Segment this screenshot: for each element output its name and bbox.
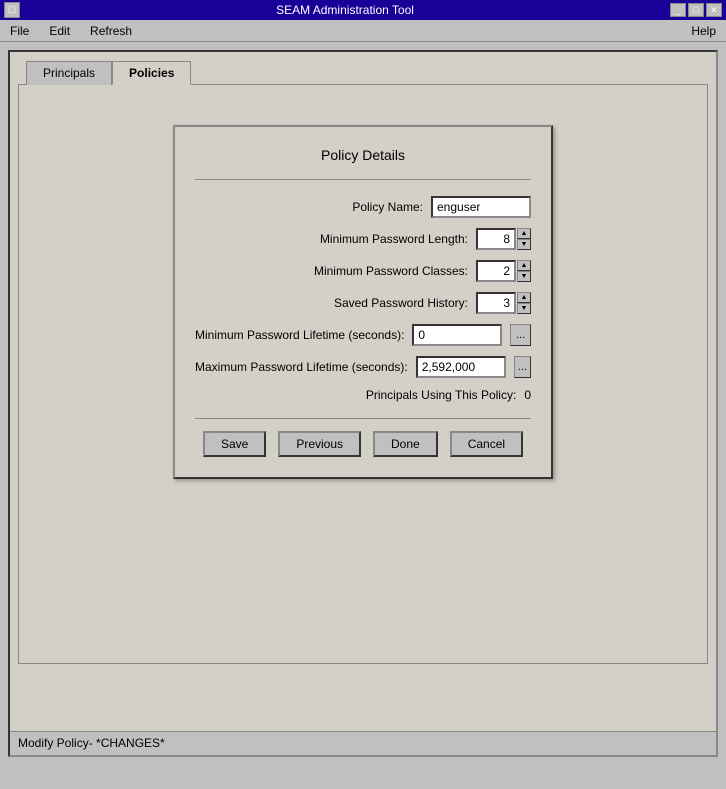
menu-file[interactable]: File xyxy=(4,22,35,40)
min-pw-length-spinner-btns: ▲ ▼ xyxy=(517,228,531,250)
cancel-button[interactable]: Cancel xyxy=(450,431,523,457)
max-pw-lifetime-ellipsis-button[interactable]: ... xyxy=(514,356,531,378)
saved-pw-history-label: Saved Password History: xyxy=(334,296,468,310)
max-pw-lifetime-label: Maximum Password Lifetime (seconds): xyxy=(195,360,408,374)
previous-button[interactable]: Previous xyxy=(278,431,361,457)
policy-name-label: Policy Name: xyxy=(352,200,423,214)
dialog-buttons: Save Previous Done Cancel xyxy=(195,431,531,457)
dialog-title: Policy Details xyxy=(195,147,531,163)
dialog-separator-bottom xyxy=(195,418,531,419)
max-pw-lifetime-row: Maximum Password Lifetime (seconds): ... xyxy=(195,356,531,378)
min-pw-length-input[interactable] xyxy=(476,228,516,250)
min-pw-classes-label: Minimum Password Classes: xyxy=(314,264,468,278)
min-pw-classes-row: Minimum Password Classes: ▲ ▼ xyxy=(195,260,531,282)
min-pw-length-label: Minimum Password Length: xyxy=(320,232,468,246)
principals-policy-row: Principals Using This Policy: 0 xyxy=(195,388,531,402)
saved-pw-history-spin-down[interactable]: ▼ xyxy=(517,303,531,314)
tab-principals[interactable]: Principals xyxy=(26,61,112,85)
min-pw-length-spinner: ▲ ▼ xyxy=(476,228,531,250)
dialog-separator-top xyxy=(195,179,531,180)
title-bar: ☐ SEAM Administration Tool _ □ ✕ xyxy=(0,0,726,20)
menu-edit[interactable]: Edit xyxy=(43,22,76,40)
min-pw-classes-spinner-btns: ▲ ▼ xyxy=(517,260,531,282)
tab-policies[interactable]: Policies xyxy=(112,61,191,85)
min-pw-classes-spin-down[interactable]: ▼ xyxy=(517,271,531,282)
min-pw-lifetime-row: Minimum Password Lifetime (seconds): ... xyxy=(195,324,531,346)
menu-help[interactable]: Help xyxy=(685,22,722,40)
tab-panel-policies: Policy Details Policy Name: Minimum Pass… xyxy=(18,84,708,664)
status-bar: Modify Policy- *CHANGES* xyxy=(10,731,716,755)
policy-name-input[interactable] xyxy=(431,196,531,218)
menu-bar: File Edit Refresh Help xyxy=(0,20,726,42)
save-button[interactable]: Save xyxy=(203,431,266,457)
saved-pw-history-input[interactable] xyxy=(476,292,516,314)
maximize-button[interactable]: □ xyxy=(688,3,704,17)
title-bar-controls: _ □ ✕ xyxy=(670,3,722,17)
policy-name-row: Policy Name: xyxy=(195,196,531,218)
status-text: Modify Policy- *CHANGES* xyxy=(18,736,165,750)
min-pw-length-spin-down[interactable]: ▼ xyxy=(517,239,531,250)
menu-items: File Edit Refresh xyxy=(4,22,138,40)
menu-refresh[interactable]: Refresh xyxy=(84,22,138,40)
principals-policy-value: 0 xyxy=(524,388,531,402)
main-content: Principals Policies Policy Details Polic… xyxy=(8,50,718,757)
min-pw-lifetime-label: Minimum Password Lifetime (seconds): xyxy=(195,328,404,342)
min-pw-length-spin-up[interactable]: ▲ xyxy=(517,228,531,239)
min-pw-classes-input[interactable] xyxy=(476,260,516,282)
min-pw-lifetime-ellipsis-button[interactable]: ... xyxy=(510,324,531,346)
max-pw-lifetime-input[interactable] xyxy=(416,356,506,378)
saved-pw-history-spin-up[interactable]: ▲ xyxy=(517,292,531,303)
saved-pw-history-spinner-btns: ▲ ▼ xyxy=(517,292,531,314)
done-button[interactable]: Done xyxy=(373,431,438,457)
close-button[interactable]: ✕ xyxy=(706,3,722,17)
min-pw-lifetime-input[interactable] xyxy=(412,324,502,346)
saved-pw-history-spinner: ▲ ▼ xyxy=(476,292,531,314)
saved-pw-history-row: Saved Password History: ▲ ▼ xyxy=(195,292,531,314)
policy-details-dialog: Policy Details Policy Name: Minimum Pass… xyxy=(173,125,553,479)
tabs-container: Principals Policies xyxy=(10,52,716,84)
min-pw-classes-spinner: ▲ ▼ xyxy=(476,260,531,282)
min-pw-length-row: Minimum Password Length: ▲ ▼ xyxy=(195,228,531,250)
minimize-button[interactable]: _ xyxy=(670,3,686,17)
window-icon: ☐ xyxy=(4,2,20,18)
min-pw-classes-spin-up[interactable]: ▲ xyxy=(517,260,531,271)
window-title: SEAM Administration Tool xyxy=(20,3,670,17)
principals-policy-label: Principals Using This Policy: xyxy=(366,388,517,402)
